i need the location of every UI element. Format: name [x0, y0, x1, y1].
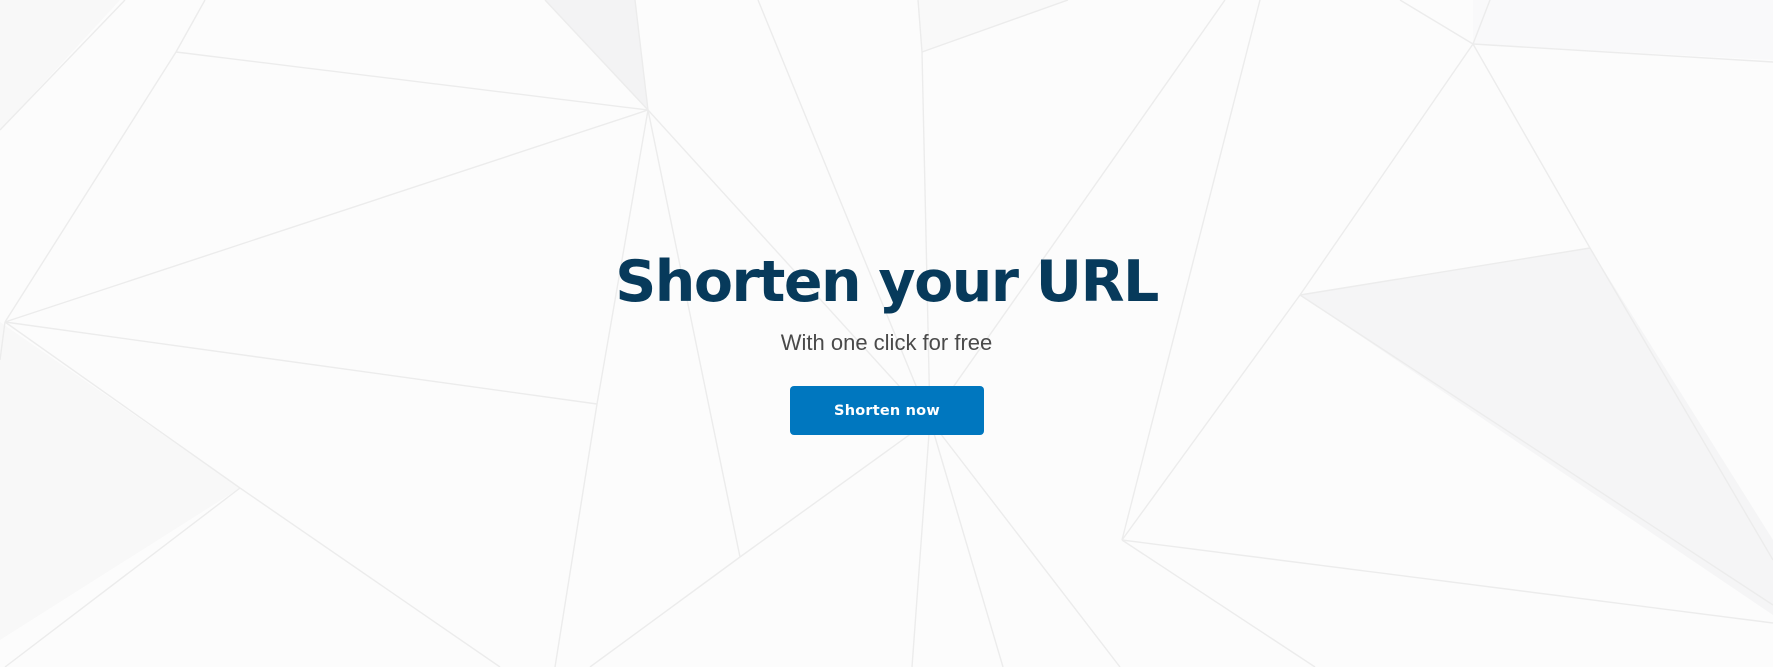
page-title: Shorten your URL: [615, 249, 1159, 315]
hero-content: Shorten your URL With one click for free…: [0, 0, 1773, 667]
hero-section: Shorten your URL With one click for free…: [0, 0, 1773, 667]
hero-subtitle: With one click for free: [780, 330, 993, 355]
shorten-now-button[interactable]: Shorten now: [790, 386, 984, 435]
